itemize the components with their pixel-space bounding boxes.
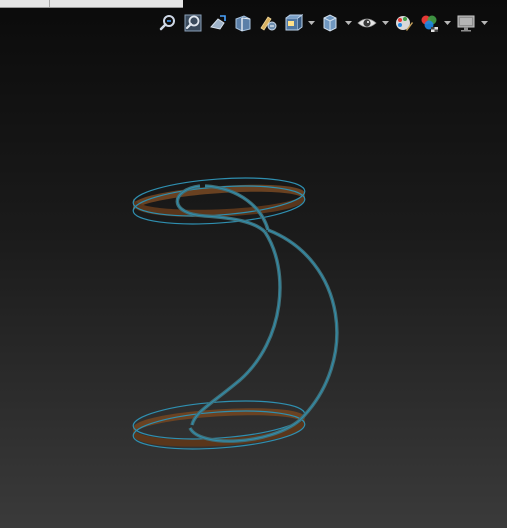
previous-view-icon[interactable]	[207, 12, 229, 34]
tab-divider	[49, 0, 50, 7]
bottom-ribbon-ring	[132, 400, 306, 450]
zoom-to-fit-icon[interactable]	[157, 12, 179, 34]
apply-scene-icon[interactable]	[418, 12, 440, 34]
edit-appearance-icon[interactable]	[393, 12, 415, 34]
view-settings-icon[interactable]	[455, 12, 477, 34]
graphics-viewport[interactable]	[0, 40, 507, 528]
hide-show-items-icon[interactable]	[356, 12, 378, 34]
section-view-icon[interactable]	[232, 12, 254, 34]
hide-show-items-dropdown-icon[interactable]	[381, 12, 389, 34]
display-style-dropdown-icon[interactable]	[344, 12, 352, 34]
view-settings-dropdown-icon[interactable]	[480, 12, 488, 34]
display-style-icon[interactable]	[319, 12, 341, 34]
heads-up-view-toolbar	[157, 10, 492, 36]
dynamic-annotation-views-icon[interactable]	[257, 12, 279, 34]
swept-ribbon-spiral-model	[132, 177, 339, 450]
document-tab-strip[interactable]	[0, 0, 183, 8]
top-ribbon-ring	[132, 177, 306, 225]
view-orientation-dropdown-icon[interactable]	[307, 12, 315, 34]
view-orientation-icon[interactable]	[282, 12, 304, 34]
apply-scene-dropdown-icon[interactable]	[443, 12, 451, 34]
zoom-to-area-icon[interactable]	[182, 12, 204, 34]
